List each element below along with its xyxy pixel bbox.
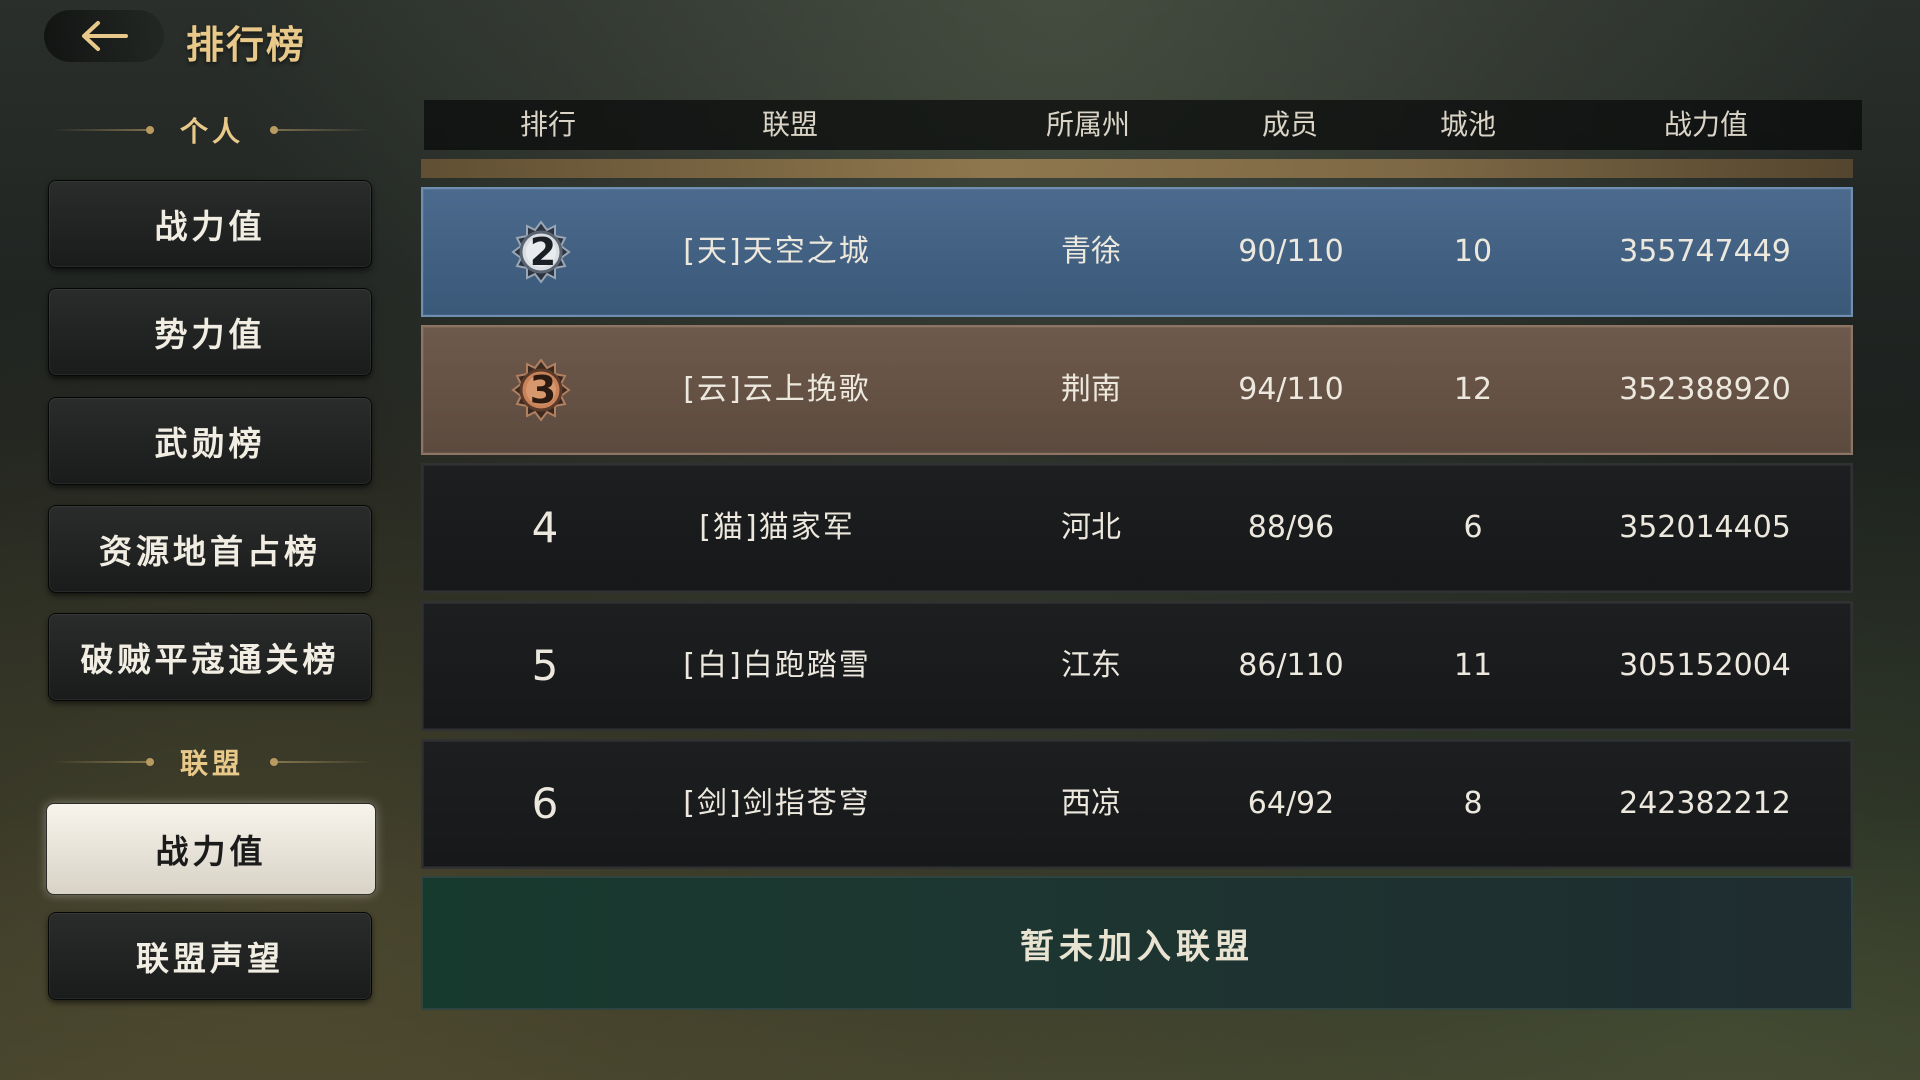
table-row[interactable]: 6 [剑]剑指苍穹 西凉 64/92 8 242382212 [421,739,1853,869]
page-title: 排行榜 [186,23,307,67]
divider [270,758,373,766]
table-row[interactable]: 2 [天]天空之城 青徐 90/110 10 355747449 [421,187,1853,317]
rank-value: 2 [529,230,557,274]
state-name: 西凉 [1061,786,1121,821]
column-header-members: 成员 [1261,108,1319,141]
alliance-name: [猫]猫家军 [699,510,855,545]
rank-value: 6 [531,779,559,828]
state-name: 荆南 [1061,372,1121,407]
sidebar-item-influence[interactable]: 势力值 [48,288,372,376]
alliance-name: [白]白跑踏雪 [683,648,871,683]
table-row[interactable]: 5 [白]白跑踏雪 江东 86/110 11 305152004 [421,601,1853,731]
state-name: 青徐 [1061,234,1121,269]
city-count: 6 [1463,510,1483,545]
sidebar-item-alliance-power[interactable]: 战力值 [46,803,376,895]
section-label: 联盟 [180,747,245,780]
alliance-name: [天]天空之城 [683,234,871,269]
alliance-name: [剑]剑指苍穹 [683,786,871,821]
personal-section-header: 个人 [52,110,373,150]
alliance-name: [云]云上挽歌 [683,372,871,407]
column-header-alliance: 联盟 [761,108,819,141]
column-header-cities: 城池 [1439,108,1497,141]
sidebar-item-personal-power[interactable]: 战力值 [48,180,372,268]
city-count: 12 [1453,372,1493,407]
power-value: 352388920 [1619,372,1791,407]
member-count: 90/110 [1238,234,1344,269]
rank-value: 3 [529,368,557,412]
sidebar-item-resource-first[interactable]: 资源地首占榜 [48,505,372,593]
rank-value: 4 [531,503,559,552]
city-count: 11 [1453,648,1493,683]
divider [52,126,154,134]
member-count: 86/110 [1238,648,1344,683]
city-count: 10 [1453,234,1493,269]
sidebar-item-alliance-prestige[interactable]: 联盟声望 [48,912,372,1000]
header-band [421,159,1853,178]
sidebar-item-bandit-clear[interactable]: 破贼平寇通关榜 [48,613,372,701]
column-header-power: 战力值 [1663,108,1749,141]
table-row[interactable]: 4 [猫]猫家军 河北 88/96 6 352014405 [421,463,1853,593]
member-count: 94/110 [1238,372,1344,407]
member-count: 88/96 [1247,510,1335,545]
column-header-state: 所属州 [1045,108,1131,141]
table-row[interactable]: 3 [云]云上挽歌 荆南 94/110 12 352388920 [421,325,1853,455]
back-button[interactable] [44,10,164,62]
power-value: 242382212 [1619,786,1791,821]
own-alliance-row: 暂未加入联盟 [421,876,1853,1010]
sidebar-item-merit[interactable]: 武勋榜 [48,397,372,485]
section-label: 个人 [180,115,245,148]
column-header-rank: 排行 [519,108,577,141]
state-name: 河北 [1061,510,1121,545]
power-value: 305152004 [1619,648,1791,683]
alliance-section-header: 联盟 [52,742,373,782]
divider [270,126,373,134]
table-header: 排行 联盟 所属州 成员 城池 战力值 [424,100,1862,150]
arrow-left-icon [82,21,128,51]
city-count: 8 [1463,786,1483,821]
state-name: 江东 [1061,648,1121,683]
rank-value: 5 [531,641,559,690]
divider [52,758,154,766]
power-value: 355747449 [1619,234,1791,269]
power-value: 352014405 [1619,510,1791,545]
member-count: 64/92 [1247,786,1335,821]
